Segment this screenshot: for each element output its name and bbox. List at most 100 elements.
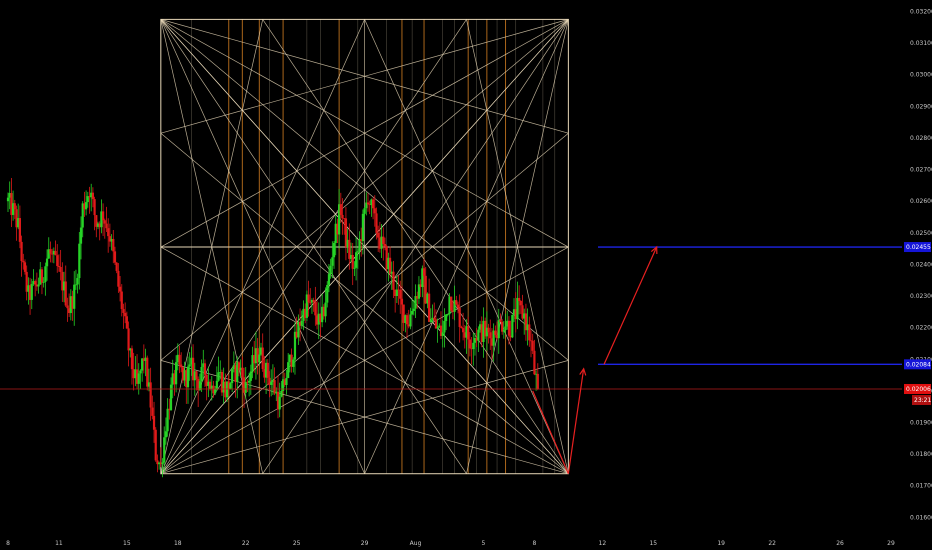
candle-body-191: [331, 257, 334, 266]
candle-body-251: [433, 317, 436, 320]
candle-body-258: [445, 314, 448, 321]
candle-body-168: [292, 359, 295, 367]
candle-body-67: [120, 291, 123, 310]
candle-body-10: [23, 262, 27, 272]
candle-body-203: [351, 254, 354, 269]
candle-body-111: [195, 371, 198, 380]
candle-body-181: [314, 302, 317, 316]
y-tick-label-15: 0.01700: [910, 483, 932, 490]
candle-body-290: [499, 320, 502, 322]
candle-body-69: [124, 312, 127, 317]
x-tick-label-10: 12: [599, 540, 607, 547]
candle-body-265: [456, 304, 460, 309]
candle-body-271: [467, 326, 470, 340]
candle-body-310: [533, 350, 536, 375]
y-tick-label-9: 0.02300: [910, 293, 932, 300]
candle-body-249: [429, 319, 432, 322]
candle-body-73: [130, 348, 134, 370]
candle-body-66: [118, 286, 122, 292]
candle-body-143: [249, 371, 252, 381]
candle-body-192: [332, 243, 336, 258]
candle-body-283: [487, 327, 490, 333]
candle-body-222: [383, 243, 387, 247]
candle-body-16: [34, 281, 37, 285]
y-tick-label-0: 0.03200: [910, 8, 932, 15]
candle-body-101: [178, 354, 181, 365]
candle-body-287: [494, 330, 497, 335]
candle-body-142: [248, 380, 251, 383]
candle-body-160: [278, 396, 281, 410]
candle-body-96: [169, 384, 173, 411]
candle-body-63: [113, 251, 117, 263]
candle-body-196: [339, 204, 342, 215]
candle-body-150: [261, 347, 264, 369]
x-tick-label-9: 8: [532, 540, 536, 547]
candle-body-93: [164, 431, 168, 438]
candle-body-43: [79, 227, 83, 244]
candle-body-189: [327, 274, 331, 285]
candle-body-302: [519, 301, 522, 306]
candle-body-235: [405, 315, 409, 325]
candle-body-221: [382, 236, 385, 244]
candle-body-77: [137, 373, 140, 384]
candle-body-87: [154, 429, 157, 461]
countdown-tag-label: 23:21: [914, 397, 931, 404]
price-chart[interactable]: 0.03200 0.03100 0.03000 0.02900 0.02800 0.027…: [0, 0, 932, 550]
candle-body-58: [105, 223, 108, 229]
candle-body-50: [91, 192, 95, 200]
last-price-tag-label: 0.02006: [906, 386, 931, 393]
candle-body-94: [166, 408, 169, 432]
x-tick-label-11: 15: [649, 540, 657, 547]
candle-body-274: [472, 342, 475, 350]
candle-body-28: [54, 250, 57, 256]
candle-body-71: [127, 328, 130, 351]
candle-body-257: [443, 320, 446, 333]
candle-body-301: [518, 297, 521, 302]
y-tick-label-1: 0.03100: [910, 40, 932, 47]
y-tick-label-2: 0.03000: [910, 72, 932, 79]
candle-body-4: [13, 203, 16, 210]
candle-body-57: [103, 220, 106, 224]
y-tick-label-5: 0.02700: [910, 167, 932, 174]
candle-body-124: [217, 372, 220, 381]
y-tick-label-3: 0.02900: [910, 103, 932, 110]
candle-body-225: [388, 257, 392, 274]
candle-body-20: [40, 269, 44, 283]
candle-body-253: [436, 327, 439, 329]
candle-body-272: [468, 339, 471, 349]
candle-body-232: [400, 298, 404, 305]
candle-body-197: [341, 214, 344, 219]
candle-body-59: [107, 228, 110, 237]
candle-body-102: [180, 364, 183, 368]
candle-body-229: [395, 289, 398, 296]
candle-body-157: [273, 380, 276, 394]
candle-body-252: [434, 319, 438, 329]
x-tick-label-3: 18: [174, 540, 182, 547]
candle-body-64: [115, 262, 118, 271]
candle-body-177: [307, 294, 310, 303]
candle-body-35: [66, 305, 69, 309]
y-tick-label-10: 0.02200: [910, 325, 932, 332]
candle-body-8: [20, 241, 23, 262]
candle-body-268: [461, 328, 465, 333]
level-tag-label-1: 0.02084: [906, 362, 931, 369]
candle-body-206: [356, 251, 359, 253]
candle-body-68: [122, 309, 125, 313]
candle-body-107: [188, 364, 191, 367]
candle-body-39: [73, 284, 76, 309]
candle-body-31: [59, 266, 62, 272]
candle-body-190: [329, 265, 332, 275]
candle-body-239: [412, 308, 415, 312]
candle-body-62: [112, 238, 115, 252]
candle-body-82: [146, 357, 149, 387]
candle-body-264: [455, 300, 458, 305]
candle-body-238: [411, 311, 414, 315]
candle-body-180: [312, 300, 315, 303]
candle-body-164: [285, 378, 288, 385]
candle-body-155: [270, 381, 273, 385]
candle-body-261: [450, 296, 453, 311]
y-tick-label-8: 0.02400: [910, 261, 932, 268]
candle-body-84: [149, 382, 152, 408]
candle-body-178: [309, 302, 312, 304]
candle-body-205: [355, 252, 358, 268]
